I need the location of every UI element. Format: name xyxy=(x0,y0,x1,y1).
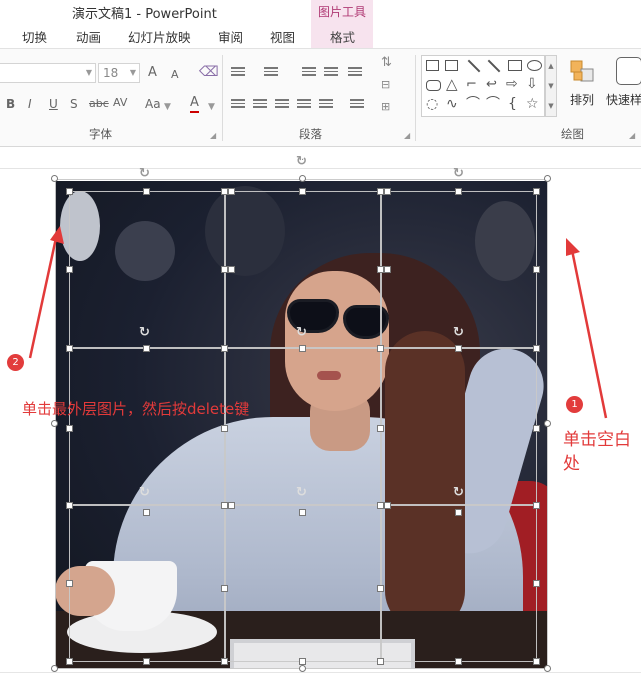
step-1-instruction: 单击空白处 xyxy=(563,430,631,474)
annotation-arrows xyxy=(28,226,608,419)
step-1-badge: 1 xyxy=(566,396,583,413)
step-2-badge: 2 xyxy=(7,354,24,371)
step-2-instruction: 单击最外层图片，然后按delete键 xyxy=(22,400,250,418)
